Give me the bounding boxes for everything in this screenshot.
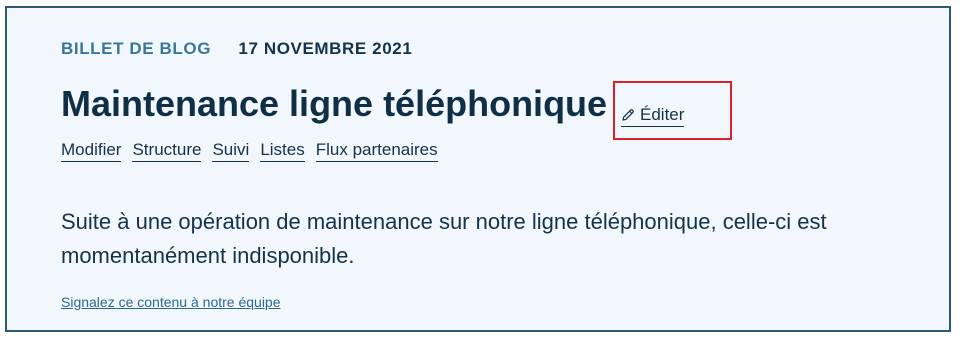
report-content-link[interactable]: Signalez ce contenu à notre équipe [61, 294, 281, 310]
post-meta: BILLET DE BLOG 17 NOVEMBRE 2021 [61, 39, 412, 59]
admin-tabs: Modifier Structure Suivi Listes Flux par… [61, 139, 438, 162]
post-category: BILLET DE BLOG [61, 39, 212, 58]
edit-button[interactable]: Éditer [621, 104, 685, 127]
post-body: Suite à une opération de maintenance sur… [61, 209, 827, 268]
blog-post-card: BILLET DE BLOG 17 NOVEMBRE 2021 Maintena… [5, 6, 951, 332]
page-title: Maintenance ligne téléphonique [61, 83, 608, 124]
tab-flux-partenaires[interactable]: Flux partenaires [315, 139, 438, 162]
tab-modifier[interactable]: Modifier [61, 139, 122, 162]
tab-suivi[interactable]: Suivi [212, 139, 250, 162]
tab-listes[interactable]: Listes [260, 139, 305, 162]
edit-label: Éditer [640, 105, 685, 124]
post-date: 17 NOVEMBRE 2021 [238, 39, 413, 58]
tab-structure[interactable]: Structure [132, 139, 202, 162]
pencil-icon [622, 108, 634, 121]
